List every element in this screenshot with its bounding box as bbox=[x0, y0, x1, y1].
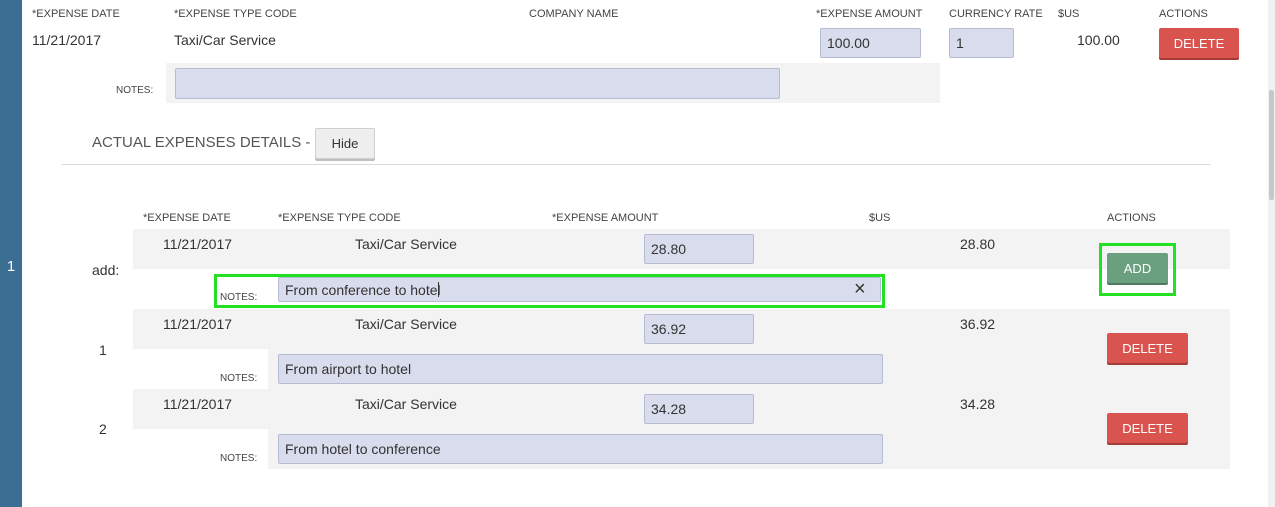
add-row-notes-input[interactable] bbox=[278, 277, 881, 302]
scrollbar-track[interactable] bbox=[1268, 0, 1275, 507]
sidebar-number: 1 bbox=[6, 258, 16, 275]
row-2-label: 2 bbox=[99, 421, 107, 437]
row-2-notes-input[interactable] bbox=[278, 434, 883, 464]
row-1-delete-button[interactable]: DELETE bbox=[1107, 333, 1188, 363]
expense-amount-input[interactable] bbox=[820, 28, 921, 58]
add-row-notes-label: NOTES: bbox=[220, 292, 258, 303]
add-button[interactable]: ADD bbox=[1107, 253, 1168, 283]
expense-usd: 100.00 bbox=[1077, 32, 1120, 48]
currency-rate-input[interactable] bbox=[949, 28, 1014, 58]
header-company-name: COMPANY NAME bbox=[529, 8, 619, 20]
section-title: ACTUAL EXPENSES DETAILS - - 1 bbox=[92, 134, 333, 151]
text-caret bbox=[438, 282, 439, 297]
row-2-usd: 34.28 bbox=[960, 396, 996, 412]
add-row-type: Taxi/Car Service bbox=[355, 236, 457, 252]
row-2-type: Taxi/Car Service bbox=[355, 396, 457, 412]
row-2-delete-button[interactable]: DELETE bbox=[1107, 413, 1188, 443]
expense-type: Taxi/Car Service bbox=[174, 32, 276, 48]
detail-header-actions: ACTIONS bbox=[1107, 212, 1156, 224]
row-2-date: 11/21/2017 bbox=[163, 396, 233, 412]
row-1-type: Taxi/Car Service bbox=[355, 316, 457, 332]
header-currency-rate: CURRENCY RATE bbox=[949, 8, 1043, 20]
header-expense-date: *EXPENSE DATE bbox=[32, 8, 120, 20]
header-actions: ACTIONS bbox=[1159, 8, 1208, 20]
add-row-date: 11/21/2017 bbox=[163, 236, 233, 252]
detail-header-type: *EXPENSE TYPE CODE bbox=[278, 212, 401, 224]
header-expense-amount: *EXPENSE AMOUNT bbox=[816, 8, 923, 20]
expense-date: 11/21/2017 bbox=[32, 32, 102, 48]
row-2-amount-input[interactable] bbox=[644, 394, 754, 424]
add-row-usd: 28.80 bbox=[960, 236, 996, 252]
detail-header-date: *EXPENSE DATE bbox=[143, 212, 231, 224]
header-usd: $US bbox=[1058, 8, 1080, 20]
row-1-notes-label: NOTES: bbox=[220, 373, 258, 384]
notes-label: NOTES: bbox=[116, 85, 154, 96]
left-sidebar bbox=[0, 0, 22, 507]
row-2-notes-label: NOTES: bbox=[220, 453, 258, 464]
section-divider bbox=[62, 164, 1210, 165]
notes-input[interactable] bbox=[175, 68, 780, 99]
add-row-label: add: bbox=[92, 262, 120, 278]
hide-button[interactable]: Hide bbox=[315, 128, 375, 159]
add-row-amount-input[interactable] bbox=[644, 234, 754, 264]
row-1-usd: 36.92 bbox=[960, 316, 996, 332]
detail-header-usd: $US bbox=[869, 212, 891, 224]
delete-button[interactable]: DELETE bbox=[1159, 28, 1239, 58]
row-1-label: 1 bbox=[99, 342, 107, 358]
row-1-date: 11/21/2017 bbox=[163, 316, 233, 332]
clear-icon[interactable]: × bbox=[854, 279, 866, 299]
header-expense-type: *EXPENSE TYPE CODE bbox=[174, 8, 297, 20]
row-1-amount-input[interactable] bbox=[644, 314, 754, 344]
row-1-notes-input[interactable] bbox=[278, 354, 883, 384]
detail-header-amount: *EXPENSE AMOUNT bbox=[552, 212, 659, 224]
scrollbar-thumb[interactable] bbox=[1269, 90, 1274, 200]
